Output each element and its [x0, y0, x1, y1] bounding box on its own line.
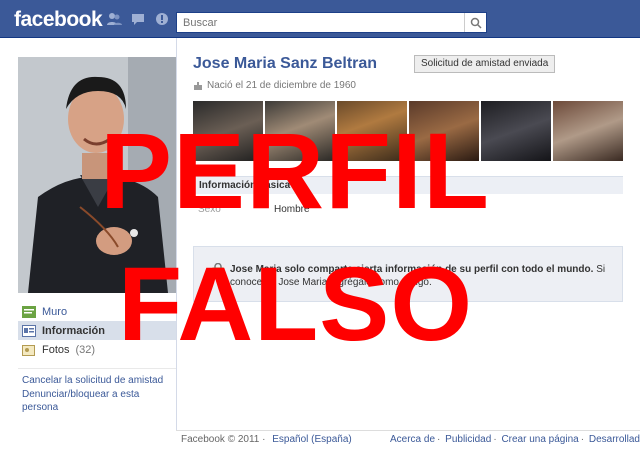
nav-item-info[interactable]: Información [18, 321, 176, 340]
birthday-icon [194, 81, 202, 90]
birthday-text: Nació el 21 de diciembre de 1960 [207, 80, 356, 91]
strip-photo[interactable] [409, 101, 479, 161]
strip-photo[interactable] [265, 101, 335, 161]
column-divider [176, 38, 177, 430]
language-link[interactable]: Español (España) [272, 434, 352, 445]
notification-jewels [106, 11, 170, 27]
photo-strip [193, 101, 623, 161]
photos-icon [22, 344, 36, 356]
profile-photo[interactable] [18, 57, 176, 293]
footer-link-developers[interactable]: Desarrolladores [589, 434, 640, 445]
facebook-logo[interactable]: facebook [14, 8, 103, 32]
strip-photo[interactable] [337, 101, 407, 161]
search-box [176, 12, 487, 33]
basic-info-header: Información básica [193, 176, 623, 194]
top-bar: facebook [0, 0, 640, 38]
sidebar-divider [18, 368, 176, 369]
strip-photo[interactable] [553, 101, 623, 161]
search-icon [470, 17, 482, 29]
report-block-link[interactable]: Denunciar/bloquear a esta persona [22, 388, 172, 414]
lock-icon [212, 262, 224, 276]
nav-item-label[interactable]: Fotos [42, 344, 70, 356]
sidebar-links: Cancelar la solicitud de amistad Denunci… [22, 374, 172, 415]
footer-link-about[interactable]: Acerca de [390, 434, 435, 445]
nav-item-wall[interactable]: Muro [18, 302, 176, 321]
footer-link-create-page[interactable]: Crear una página [501, 434, 578, 445]
photo-count: (32) [75, 343, 96, 356]
nav-item-photos[interactable]: Fotos (32) [18, 340, 176, 359]
info-icon [22, 324, 36, 337]
friends-icon[interactable] [106, 11, 122, 27]
privacy-bold-text: Jose Maria solo comparte cierta informac… [230, 264, 594, 275]
strip-photo[interactable] [193, 101, 263, 161]
copyright: Facebook © 2011 · [181, 434, 266, 445]
privacy-notice: Jose Maria solo comparte cierta informac… [193, 246, 623, 302]
search-button[interactable] [464, 13, 486, 32]
profile-nav: Muro Información Fotos (32) [18, 302, 176, 359]
privacy-text: Jose Maria solo comparte cierta informac… [230, 263, 610, 289]
footer-divider [176, 430, 640, 431]
nav-item-label: Información [42, 324, 105, 337]
profile-name[interactable]: Jose Maria Sanz Beltran [193, 55, 377, 73]
footer-links: Acerca de · Publicidad · Crear una página ·… [390, 434, 640, 445]
cancel-friend-request-link[interactable]: Cancelar la solicitud de amistad [22, 374, 172, 387]
wall-icon [22, 305, 36, 318]
messages-icon[interactable] [130, 11, 146, 27]
birthday-line: Nació el 21 de diciembre de 1960 [193, 80, 356, 91]
nav-item-label[interactable]: Muro [42, 306, 67, 318]
footer-link-ads[interactable]: Publicidad [445, 434, 491, 445]
strip-photo[interactable] [481, 101, 551, 161]
footer-left: Facebook © 2011 · Español (España) [181, 434, 352, 445]
search-input[interactable] [177, 13, 457, 32]
sex-label: Sexo [198, 204, 221, 215]
sex-value: Hombre [274, 204, 310, 215]
notifications-icon[interactable] [154, 11, 170, 27]
friend-request-sent-button[interactable]: Solicitud de amistad enviada [414, 55, 556, 73]
